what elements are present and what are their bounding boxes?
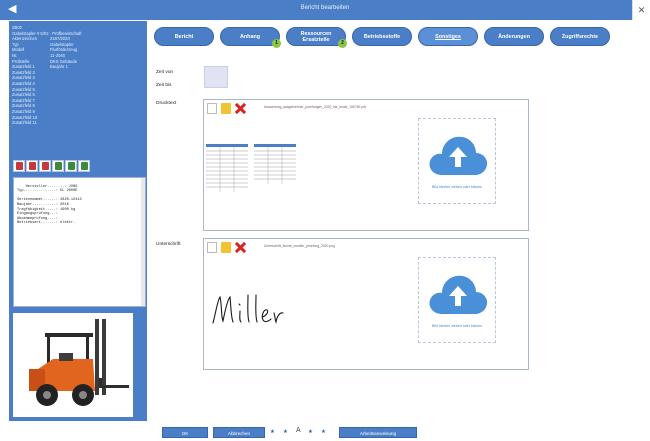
upload-icon[interactable]: ⭑ xyxy=(270,425,275,437)
upload-icon[interactable]: ⭑ xyxy=(308,425,313,437)
info-value: 2187/2020 xyxy=(50,36,70,42)
arbeitsanweisung-button[interactable]: Arbeitsanweisung xyxy=(339,427,417,438)
notes-textarea[interactable]: Hersteller........: JUNG Typ............… xyxy=(13,177,146,307)
drucktext-filename: Auswertung_ausgefuehrter_pruefungen_2020… xyxy=(264,105,366,109)
zeit-von-label: Zeit von xyxy=(156,70,174,75)
unterschrift-label: Unterschrift xyxy=(156,242,181,247)
drucktext-label: Drucktext xyxy=(156,101,177,106)
upload-hint: Bild hierher ziehen oder klicken xyxy=(432,324,482,328)
unterschrift-toolbar xyxy=(207,242,245,254)
info-key: Modell xyxy=(12,47,25,53)
signature-image xyxy=(212,294,284,324)
extra-field: Zusatzfeld 11 xyxy=(12,120,37,126)
close-icon[interactable]: ✕ xyxy=(632,0,650,20)
tab-zugriffsrechte[interactable]: Zugriffsrechte xyxy=(550,27,610,46)
tab-bar: Bericht Anhang Ressourcen Ersatzteile Be… xyxy=(152,27,622,49)
notes-scrollbar[interactable] xyxy=(141,178,145,306)
forklift-photo xyxy=(13,313,133,417)
info-value: Baujahr 1 xyxy=(50,64,68,70)
new-document-icon[interactable] xyxy=(207,242,217,253)
tab-aenderungen[interactable]: Änderungen xyxy=(484,27,544,46)
tab-anhang[interactable]: Anhang xyxy=(220,27,280,46)
document-preview xyxy=(206,144,296,192)
info-value: Flurförderzeug xyxy=(50,47,78,53)
folder-icon[interactable] xyxy=(221,242,231,253)
tab-label-line: Ressourcen xyxy=(300,31,332,37)
info-value: Gabelstapler xyxy=(50,41,74,47)
tab-sonstiges[interactable]: Sonstiges xyxy=(418,27,478,46)
new-document-icon[interactable] xyxy=(207,103,217,114)
left-toolbar xyxy=(13,160,90,174)
unterschrift-upload-area[interactable]: Bild hierher ziehen oder klicken xyxy=(418,257,496,343)
forklift-illustration xyxy=(29,319,129,406)
delete-icon[interactable] xyxy=(235,103,245,114)
drucktext-panel: Auswertung_ausgefuehrter_pruefungen_2020… xyxy=(203,99,529,231)
app-window: ◀ Bericht bearbeiten ✕ ZB02 Gabelstapler… xyxy=(0,0,650,441)
cloud-upload-icon xyxy=(429,136,488,175)
edit-icon[interactable] xyxy=(78,160,90,172)
cancel-button[interactable]: Abbrechen xyxy=(213,427,265,438)
object-info: ZB02 Gabelstapler # 5/02 · Prüfbereitsch… xyxy=(12,25,144,126)
tab-betriebsstoffe[interactable]: Betriebsstoffe xyxy=(352,27,412,46)
delete-icon[interactable] xyxy=(235,242,245,253)
notes-text: Hersteller........: JUNG Typ............… xyxy=(17,184,82,226)
info-key: Zusatzfeld 1 xyxy=(12,64,35,70)
info-key: Nr. xyxy=(12,52,18,58)
unterschrift-filename: Unterschrift_kunde_mueller_pruefung_2020… xyxy=(264,244,335,248)
tab-ressourcen-ersatzteile[interactable]: Ressourcen Ersatzteile xyxy=(286,27,346,46)
folder-icon[interactable] xyxy=(221,103,231,114)
info-value: 11-2040 xyxy=(50,52,66,58)
tools-icon[interactable] xyxy=(65,160,77,172)
info-key: Typ xyxy=(12,41,19,47)
drucktext-upload-area[interactable]: Bild hierher ziehen oder klicken xyxy=(418,118,496,204)
ok-button[interactable]: OK xyxy=(162,427,208,438)
edit-icon[interactable] xyxy=(52,160,64,172)
unterschrift-panel: Unterschrift_kunde_mueller_pruefung_2020… xyxy=(203,238,529,370)
drucktext-toolbar xyxy=(207,103,245,115)
pdf-icon[interactable] xyxy=(13,160,25,172)
pdf-icon[interactable] xyxy=(26,160,38,172)
info-key: Prüfstelle xyxy=(12,58,30,64)
info-key: Aktenzeichen xyxy=(12,36,38,42)
time-picker[interactable] xyxy=(204,66,228,88)
zeit-bis-label: Zeit bis xyxy=(156,83,172,88)
pdf-icon[interactable] xyxy=(39,160,51,172)
tab-label-line: Ersatzteile xyxy=(302,37,330,43)
upload-hint: Bild hierher ziehen oder klicken xyxy=(432,185,482,189)
info-value: DKS Gebäude xyxy=(50,58,78,64)
count-badge: 1 xyxy=(272,39,281,48)
window-title: Bericht bearbeiten xyxy=(300,5,350,11)
title-bar: ◀ Bericht bearbeiten ✕ xyxy=(0,0,650,20)
tab-bericht[interactable]: Bericht xyxy=(154,27,214,46)
upload-icon[interactable]: ⭑ xyxy=(283,425,288,437)
mode-toggle[interactable]: A xyxy=(296,425,301,437)
cloud-upload-icon xyxy=(429,275,488,314)
count-badge: 2 xyxy=(338,39,347,48)
upload-icon[interactable]: ⭑ xyxy=(321,425,326,437)
